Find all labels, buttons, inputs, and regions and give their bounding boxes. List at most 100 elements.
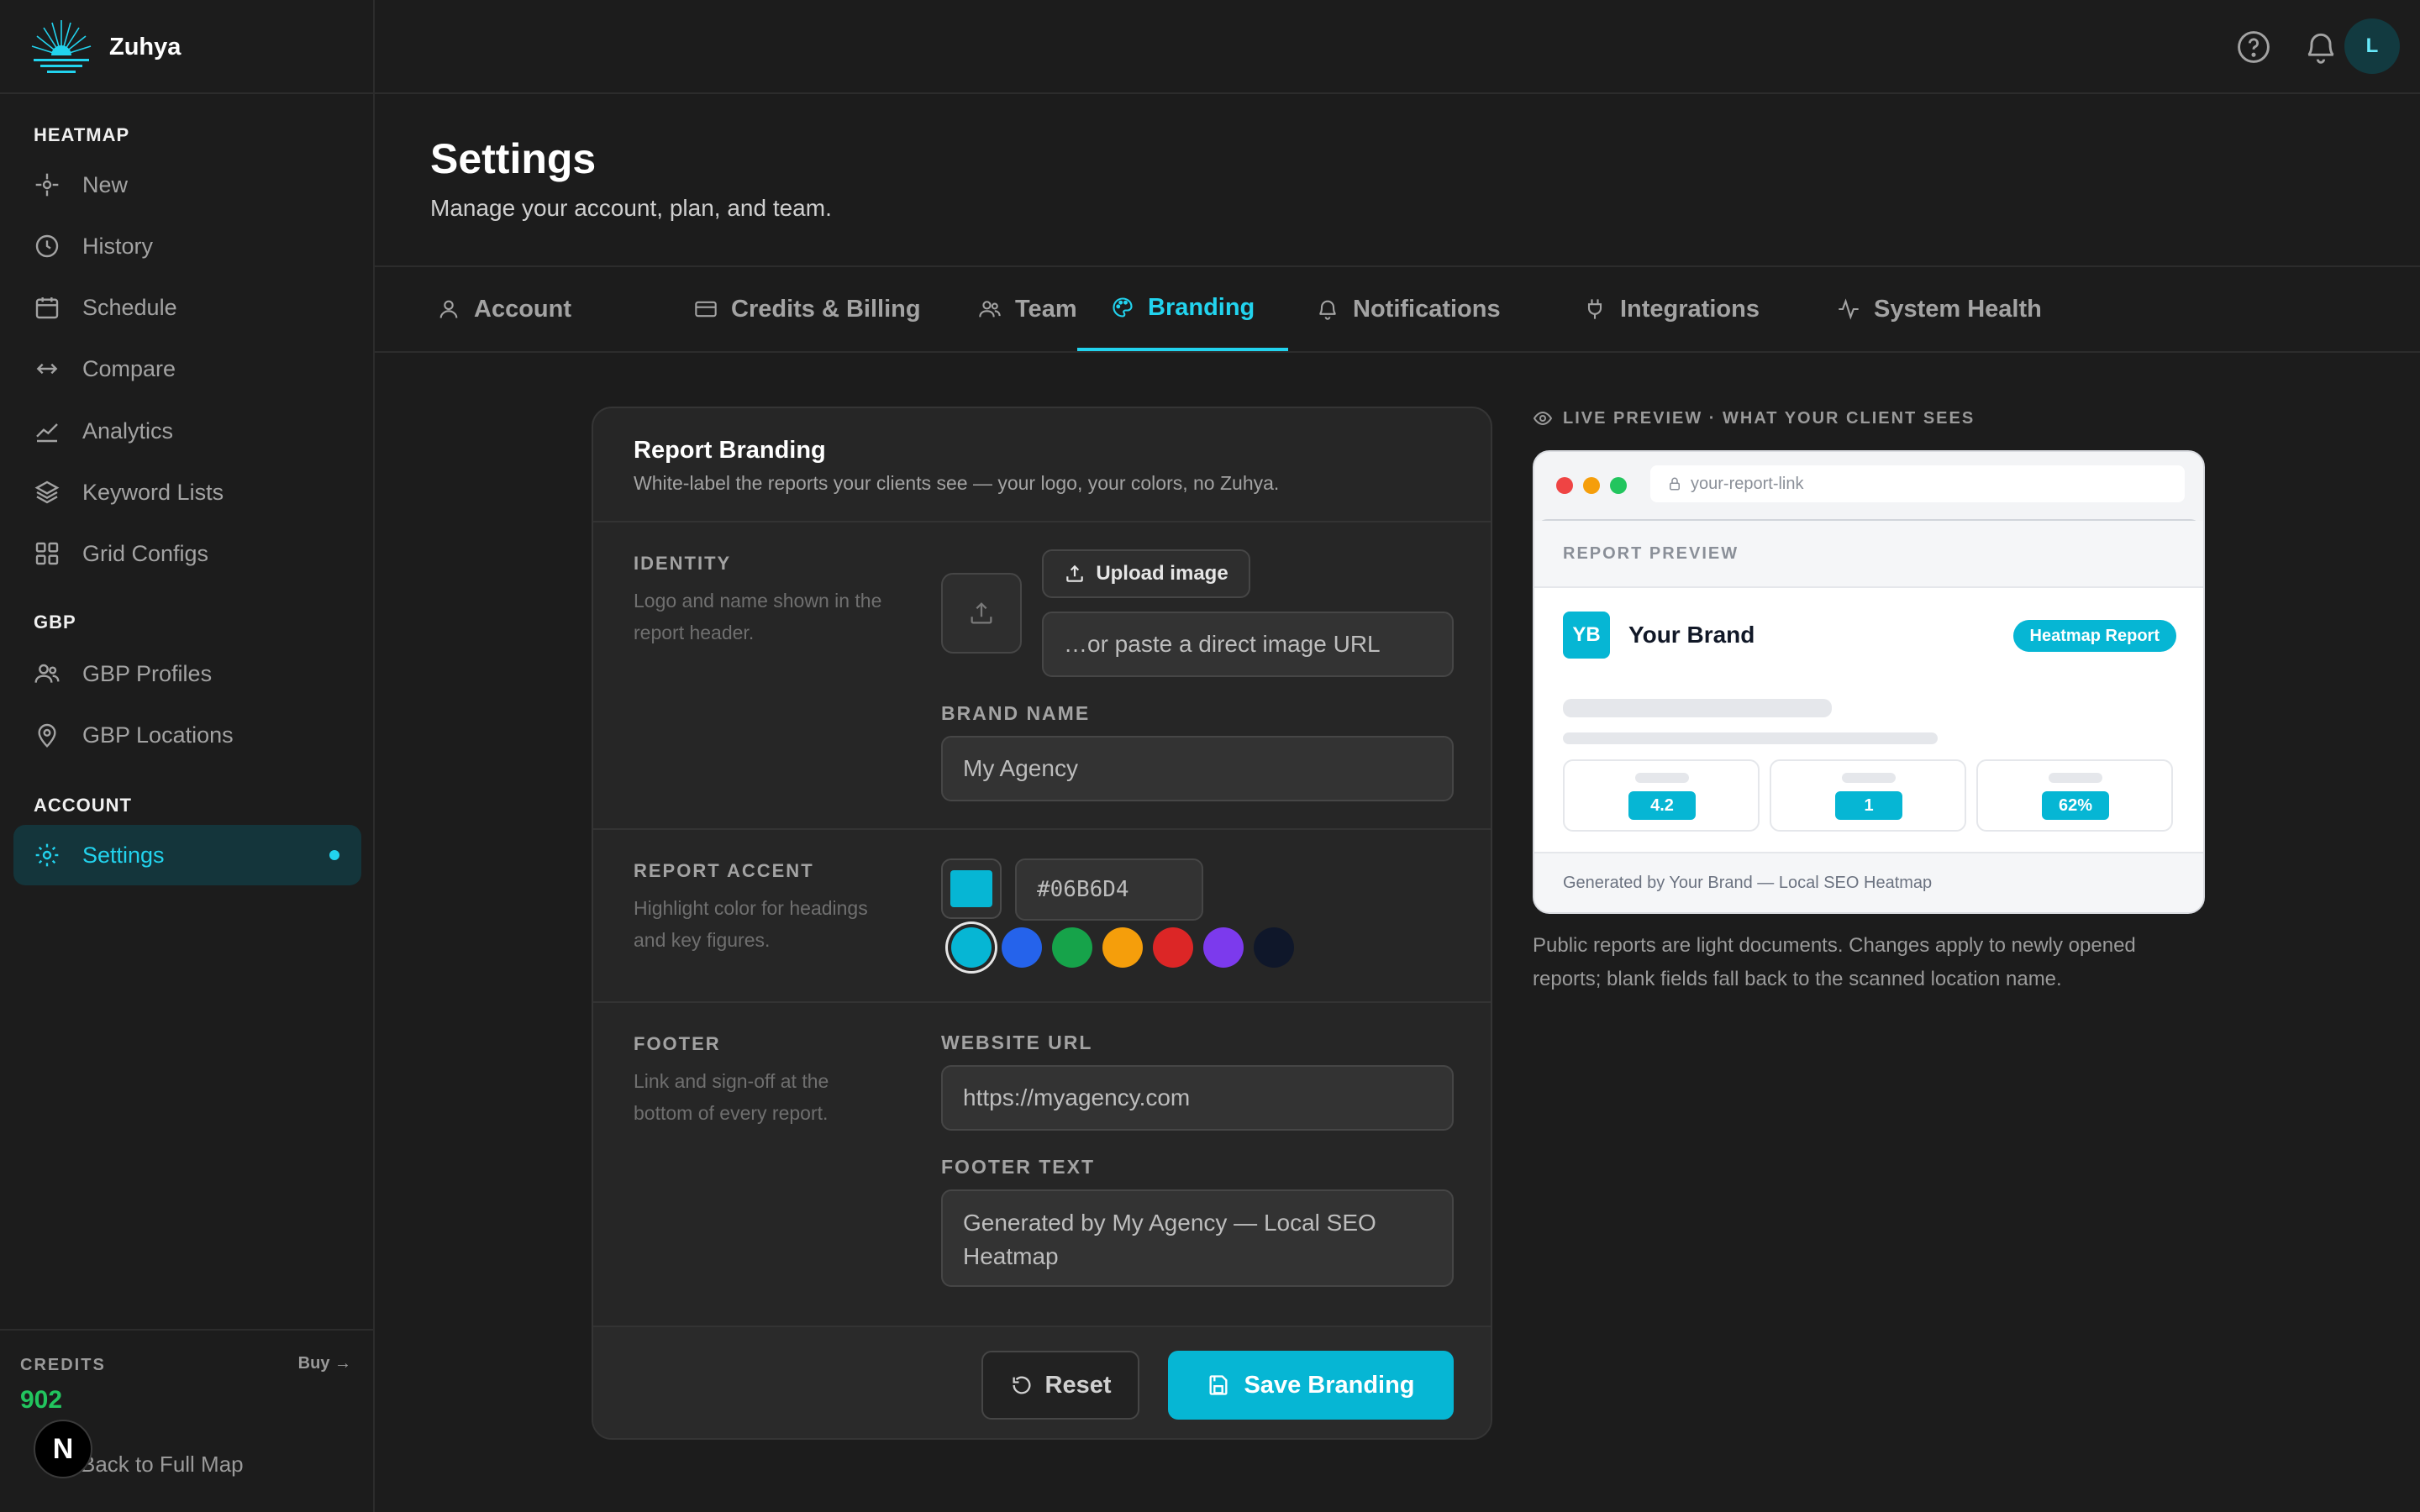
- swatch-amber[interactable]: [1102, 927, 1143, 968]
- help-icon[interactable]: [2235, 29, 2272, 66]
- report-branding-card: Report Branding White-label the reports …: [592, 407, 1492, 1440]
- sidebar-item-label: GBP Profiles: [82, 660, 213, 686]
- users-icon: [979, 301, 1001, 318]
- report-document: REPORT PREVIEW YB Your Brand Heatmap Rep…: [1534, 519, 2203, 912]
- crosshair-icon: [35, 173, 59, 197]
- brand[interactable]: Zuhya: [29, 17, 181, 77]
- website-url-label: WEBSITE URL: [941, 1032, 1093, 1053]
- sidebar-item-new[interactable]: New: [13, 155, 361, 215]
- card-subtitle: White-label the reports your clients see…: [634, 472, 1280, 494]
- live-preview-text: LIVE PREVIEW · WHAT YOUR CLIENT SEES: [1563, 408, 1975, 428]
- sidebar-item-gbp-locations[interactable]: GBP Locations: [13, 705, 361, 765]
- window-minimize-dot: [1583, 477, 1600, 494]
- sidebar-item-schedule[interactable]: Schedule: [13, 277, 361, 338]
- preview-url: your-report-link: [1691, 474, 1804, 493]
- swatch-navy[interactable]: [1254, 927, 1294, 968]
- sidebar-item-grid-configs[interactable]: Grid Configs: [13, 523, 361, 584]
- window-maximize-dot: [1610, 477, 1627, 494]
- sidebar-item-compare[interactable]: Compare: [13, 339, 361, 399]
- report-logo: YB: [1563, 612, 1610, 659]
- map-pin-icon: [38, 723, 56, 748]
- upload-image-label: Upload image: [1096, 562, 1228, 585]
- grid-icon: [35, 542, 59, 565]
- plug-icon: [1587, 299, 1602, 319]
- upload-icon: [971, 602, 992, 624]
- image-url-input[interactable]: …or paste a direct image URL: [1042, 612, 1454, 677]
- swatch-purple[interactable]: [1203, 927, 1244, 968]
- accent-hex-input[interactable]: #06B6D4: [1015, 858, 1203, 921]
- sidebar-item-label: Analytics: [82, 417, 174, 444]
- topbar: L: [375, 0, 2420, 94]
- footer-text-label: FOOTER TEXT: [941, 1156, 1095, 1178]
- tab-label: Account: [474, 295, 571, 323]
- swatch-green[interactable]: [1052, 927, 1092, 968]
- footer-section-desc: Link and sign-off at the bottom of every…: [634, 1070, 829, 1124]
- bell-icon[interactable]: [2302, 29, 2339, 66]
- upload-image-button[interactable]: Upload image: [1042, 549, 1250, 598]
- stat-value: 62%: [2042, 791, 2109, 820]
- settings-tabs: Account Credits & Billing Team Branding …: [375, 267, 2420, 353]
- calendar-icon: [35, 297, 59, 319]
- swatch-red[interactable]: [1153, 927, 1193, 968]
- sunrise-logo-icon: [29, 20, 94, 77]
- footer-text-input[interactable]: Generated by My Agency — Local SEO Heatm…: [941, 1189, 1454, 1287]
- reset-label: Reset: [1044, 1371, 1112, 1399]
- card-actions: Reset Save Branding: [593, 1326, 1491, 1438]
- back-to-full-map-link[interactable]: Back to Full Map: [81, 1452, 244, 1478]
- sidebar-item-history[interactable]: History: [13, 216, 361, 276]
- tab-branding[interactable]: Branding: [1077, 267, 1289, 351]
- active-indicator-dot: [329, 850, 339, 860]
- tab-integrations[interactable]: Integrations: [1549, 267, 1793, 351]
- stat-value: 4.2: [1628, 791, 1696, 820]
- tab-credits-billing[interactable]: Credits & Billing: [660, 267, 955, 351]
- user-avatar[interactable]: L: [2344, 18, 2400, 74]
- save-branding-label: Save Branding: [1244, 1371, 1415, 1399]
- credits-label: CREDITS: [20, 1356, 106, 1374]
- sidebar-item-analytics[interactable]: Analytics: [13, 401, 361, 461]
- tab-label: Branding: [1148, 293, 1255, 321]
- layers-icon: [34, 480, 60, 504]
- app-name: Zuhya: [109, 33, 182, 60]
- sidebar-item-keyword-lists[interactable]: Keyword Lists: [13, 462, 361, 522]
- card-title: Report Branding: [634, 437, 826, 464]
- reset-icon: [1013, 1376, 1030, 1394]
- sidebar-divider: [0, 1329, 375, 1331]
- window-close-dot: [1556, 477, 1573, 494]
- stat-placeholder: [1635, 773, 1689, 783]
- sidebar-item-settings[interactable]: Settings: [13, 825, 361, 885]
- tab-notifications[interactable]: Notifications: [1282, 267, 1534, 351]
- tab-system-health[interactable]: System Health: [1803, 267, 2075, 351]
- save-branding-button[interactable]: Save Branding: [1168, 1351, 1454, 1420]
- next-dev-badge[interactable]: N: [34, 1420, 92, 1478]
- section-divider: [593, 521, 1491, 522]
- tab-label: Team: [1015, 295, 1077, 323]
- footer-section-label: FOOTER: [634, 1033, 721, 1054]
- logo-upload-dropzone[interactable]: [941, 573, 1022, 654]
- report-preview-window: your-report-link REPORT PREVIEW YB Your …: [1533, 450, 2205, 914]
- website-url-input[interactable]: https://myagency.com: [941, 1065, 1454, 1131]
- lock-icon: [1670, 477, 1680, 491]
- gear-icon: [35, 843, 59, 867]
- stat-card: 1: [1770, 759, 1966, 832]
- preview-url-bar: your-report-link: [1650, 465, 2185, 502]
- sidebar-item-label: GBP Locations: [82, 722, 234, 748]
- live-preview-label: LIVE PREVIEW · WHAT YOUR CLIENT SEES: [1533, 408, 1975, 428]
- stat-card: 62%: [1976, 759, 2173, 832]
- page-title: Settings: [430, 135, 597, 182]
- bell-icon: [1319, 300, 1336, 320]
- accent-color-picker[interactable]: [941, 858, 1002, 919]
- tab-account[interactable]: Account: [403, 267, 605, 351]
- accent-color-preview: [950, 870, 992, 907]
- reset-button[interactable]: Reset: [981, 1351, 1139, 1420]
- palette-icon: [1113, 297, 1133, 318]
- preview-note: Public reports are light documents. Chan…: [1533, 934, 2136, 990]
- swatch-blue[interactable]: [1002, 927, 1042, 968]
- arrows-horizontal-icon: [36, 363, 58, 375]
- sidebar-item-gbp-profiles[interactable]: GBP Profiles: [13, 643, 361, 704]
- brand-name-input[interactable]: My Agency: [941, 736, 1454, 801]
- swatch-cyan[interactable]: [951, 927, 992, 968]
- tab-label: Notifications: [1353, 295, 1501, 323]
- sidebar-item-label: Grid Configs: [82, 540, 209, 566]
- chart-line-icon: [36, 423, 58, 443]
- buy-credits-link[interactable]: Buy →: [298, 1354, 351, 1373]
